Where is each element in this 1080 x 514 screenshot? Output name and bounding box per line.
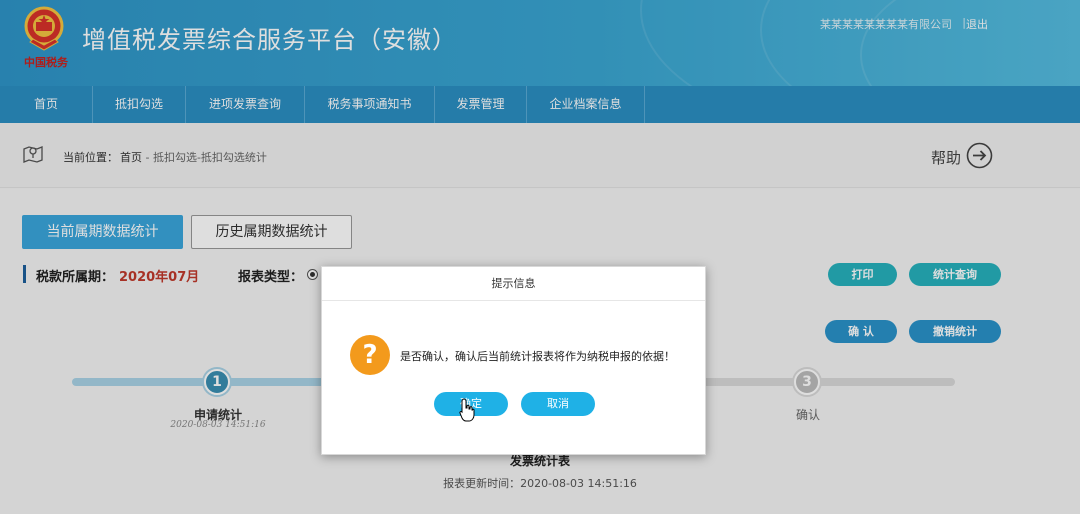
- question-icon: ?: [350, 335, 390, 375]
- dialog-cancel-button[interactable]: 取消: [521, 392, 595, 416]
- dialog-message: 是否确认，确认后当前统计报表将作为纳税申报的依据！: [400, 350, 675, 363]
- hand-cursor-icon: [459, 398, 475, 422]
- confirm-dialog: 提示信息 ? 是否确认，确认后当前统计报表将作为纳税申报的依据！ 确定 取消: [321, 266, 706, 455]
- dialog-title: 提示信息: [322, 267, 705, 301]
